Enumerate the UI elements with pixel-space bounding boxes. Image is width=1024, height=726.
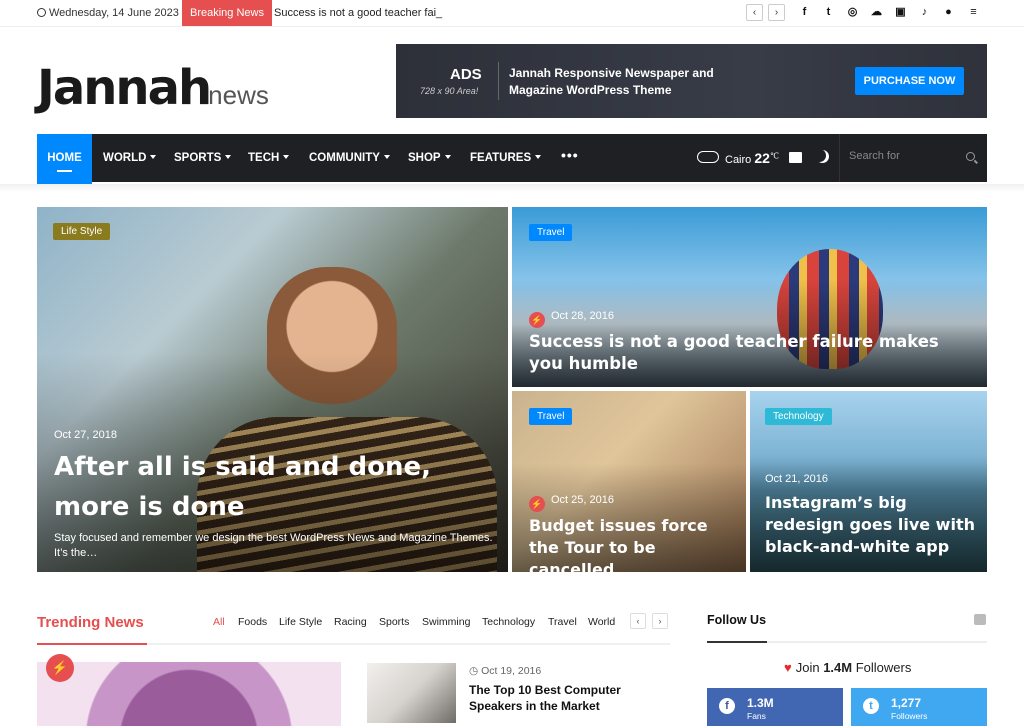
post-date: ⚡ Oct 28, 2016 <box>529 310 614 328</box>
clock-icon <box>37 8 46 17</box>
caret-down-icon <box>383 155 390 159</box>
featured-post[interactable]: Travel ⚡ Oct 25, 2016 Budget issues force… <box>512 391 746 572</box>
logo-main: Jannah <box>37 60 212 116</box>
tab-world[interactable]: World <box>588 616 615 628</box>
tab-technology[interactable]: Technology <box>482 616 535 628</box>
post-title[interactable]: Budget issues force the Tour to be cance… <box>529 515 734 572</box>
breaking-news-ticker[interactable]: Success is not a good teacher fai_ <box>274 7 442 19</box>
follow-us-title: Follow Us <box>707 613 767 627</box>
twitter-icon: t <box>863 698 879 714</box>
weather-widget: Cairo 22℃ <box>725 150 779 166</box>
shopping-bag-icon[interactable] <box>789 152 802 163</box>
tab-travel[interactable]: Travel <box>548 616 577 628</box>
post-date: Oct 27, 2018 <box>54 429 117 441</box>
caret-down-icon <box>283 155 290 159</box>
category-badge[interactable]: Life Style <box>53 223 111 240</box>
trending-divider <box>37 643 670 645</box>
breaking-news-label: Breaking News <box>182 0 272 26</box>
news-title[interactable]: The Top 10 Best Computer Speakers in the… <box>469 682 649 714</box>
search-box <box>839 134 987 182</box>
instagram-icon[interactable]: ▣ <box>893 5 908 20</box>
facebook-followers-box[interactable]: f 1.3M Fans <box>707 688 843 726</box>
news-thumbnail[interactable] <box>367 663 456 723</box>
facebook-icon[interactable]: f <box>797 5 812 20</box>
current-date: Wednesday, 14 June 2023 <box>37 7 179 19</box>
ticker-prev-button[interactable]: ‹ <box>746 4 763 21</box>
logo-suffix: news <box>208 80 269 110</box>
tab-all[interactable]: All <box>213 616 225 628</box>
post-title[interactable]: Success is not a good teacher failure ma… <box>529 331 949 375</box>
clock-icon: ◷ <box>469 665 482 677</box>
post-title[interactable]: After all is said and done, more is done <box>54 447 474 527</box>
nav-item-features[interactable]: FEATURES <box>470 134 542 182</box>
soundcloud-icon[interactable]: ☁ <box>869 5 884 20</box>
category-badge[interactable]: Travel <box>529 408 573 425</box>
tabs-next-button[interactable]: › <box>652 613 668 629</box>
tiktok-icon[interactable]: ♪ <box>917 5 932 20</box>
featured-post-main[interactable]: Life Style Oct 27, 2018 After all is sai… <box>37 207 508 572</box>
nav-item-shop[interactable]: SHOP <box>408 134 451 182</box>
post-excerpt: Stay focused and remember we design the … <box>54 532 493 559</box>
post-date: Oct 21, 2016 <box>765 473 828 485</box>
news-date: ◷ Oct 19, 2016 <box>469 665 542 677</box>
nav-item-community[interactable]: COMMUNITY <box>309 134 390 182</box>
trending-flash-icon: ⚡ <box>529 496 545 512</box>
nav-item-world[interactable]: WORLD <box>103 134 157 182</box>
caret-down-icon <box>225 155 232 159</box>
featured-post[interactable]: Technology Oct 21, 2016 Instagram’s big … <box>750 391 987 572</box>
twitter-followers-box[interactable]: t 1,277 Followers <box>851 688 987 726</box>
trending-news-title: Trending News <box>37 614 144 631</box>
heart-icon: ♥ <box>784 660 792 675</box>
caret-down-icon <box>535 155 542 159</box>
more-menu-button[interactable]: ••• <box>561 147 579 163</box>
main-nav: HOME WORLD SPORTS TECH COMMUNITY SHOP FE… <box>37 134 987 186</box>
tab-sports[interactable]: Sports <box>379 616 409 628</box>
ad-size: 728 x 90 Area! <box>420 86 479 96</box>
tab-swimming[interactable]: Swimming <box>422 616 470 628</box>
tab-life-style[interactable]: Life Style <box>279 616 322 628</box>
caret-down-icon <box>150 155 157 159</box>
category-badge[interactable]: Technology <box>765 408 832 425</box>
ad-divider <box>498 62 499 100</box>
ad-title: ADS <box>450 66 482 83</box>
menu-icon[interactable]: ≡ <box>966 5 981 20</box>
post-date: ⚡ Oct 25, 2016 <box>529 494 614 512</box>
ticker-next-button[interactable]: › <box>768 4 785 21</box>
category-badge[interactable]: Travel <box>529 224 573 241</box>
top-bar: Wednesday, 14 June 2023 Breaking News Su… <box>0 0 1024 27</box>
join-followers: ♥ Join 1.4M Followers <box>784 660 912 675</box>
purchase-now-button[interactable]: PURCHASE NOW <box>855 67 964 95</box>
facebook-icon: f <box>719 698 735 714</box>
nav-item-home[interactable]: HOME <box>37 134 92 186</box>
tabs-prev-button[interactable]: ‹ <box>630 613 646 629</box>
header-shadow <box>0 184 1024 192</box>
tab-racing[interactable]: Racing <box>334 616 367 628</box>
dark-mode-icon[interactable] <box>813 149 826 162</box>
caret-down-icon <box>444 155 451 159</box>
user-icon[interactable]: ● <box>941 5 956 20</box>
search-input[interactable] <box>849 150 959 162</box>
post-title[interactable]: Instagram’s big redesign goes live with … <box>765 492 980 558</box>
ad-description: Jannah Responsive Newspaper and Magazine… <box>509 66 714 97</box>
thumbs-up-icon <box>974 614 986 625</box>
nav-item-sports[interactable]: SPORTS <box>174 134 232 182</box>
tab-foods[interactable]: Foods <box>238 616 267 628</box>
dribbble-icon[interactable]: ◎ <box>845 5 860 20</box>
trending-post-image[interactable]: ⚡ <box>37 654 341 726</box>
twitter-icon[interactable]: t <box>821 5 836 20</box>
site-logo[interactable]: Jannahnews <box>37 60 269 116</box>
search-icon[interactable] <box>966 152 975 161</box>
trending-flash-icon: ⚡ <box>529 312 545 328</box>
ad-banner[interactable]: ADS 728 x 90 Area! Jannah Responsive New… <box>396 44 987 118</box>
trending-flash-icon: ⚡ <box>46 654 74 682</box>
follow-divider <box>707 641 987 643</box>
weather-cloud-icon <box>697 151 719 163</box>
nav-item-tech[interactable]: TECH <box>248 134 290 182</box>
featured-post[interactable]: Travel ⚡ Oct 28, 2016 Success is not a go… <box>512 207 987 387</box>
